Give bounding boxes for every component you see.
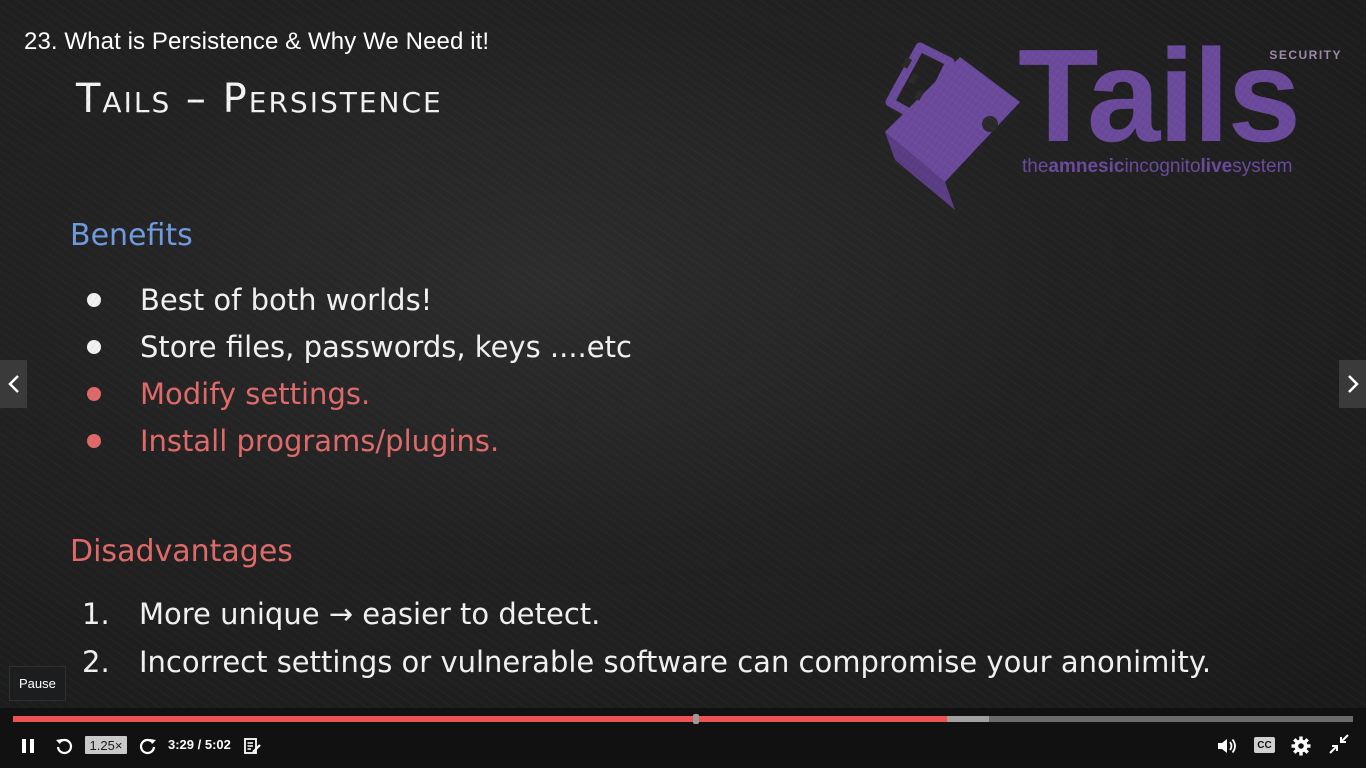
exit-fullscreen-button[interactable] — [1328, 734, 1350, 754]
list-item: Store files, passwords, keys ....etc — [86, 323, 632, 370]
list-item: Install programs/plugins. — [86, 417, 632, 464]
logo-word: Tails — [1018, 22, 1301, 169]
next-lecture-button[interactable] — [1339, 360, 1366, 408]
tails-logo: Tails theamnesicincognitolivesystem SECU… — [880, 22, 1350, 217]
list-item: Best of both worlds! — [86, 276, 632, 323]
rewind-icon — [56, 738, 73, 755]
player-controls: 1.25× 3:29 / 5:02 CC — [0, 708, 1366, 768]
chevron-left-icon — [7, 375, 19, 393]
logo-tagline: theamnesicincognitolivesystem — [1022, 156, 1293, 177]
volume-icon — [1218, 738, 1236, 754]
scrub-marker[interactable] — [693, 714, 699, 724]
bullet-dot — [87, 386, 101, 401]
list-item: Modify settings. — [86, 370, 632, 417]
chevron-right-icon — [1347, 375, 1359, 393]
disadvantages-label: Disadvantages — [70, 534, 293, 569]
previous-lecture-button[interactable] — [0, 360, 27, 408]
rewind-button[interactable] — [54, 736, 74, 756]
benefits-label: Benefits — [70, 218, 193, 253]
list-item: 2. Incorrect settings or vulnerable softw… — [82, 645, 1212, 679]
bullet-dot — [87, 292, 101, 307]
forward-button[interactable] — [138, 736, 158, 756]
time-display: 3:29 / 5:02 — [168, 737, 231, 752]
video-title: 23. What is Persistence & Why We Need it… — [24, 28, 490, 55]
pause-tooltip: Pause — [9, 666, 66, 701]
bullet-dot — [87, 433, 101, 448]
benefits-list: Best of both worlds! Store files, passwo… — [86, 276, 632, 464]
usb-stick-graphic — [885, 42, 1020, 210]
settings-icon — [1291, 736, 1311, 756]
bullet-dot — [87, 339, 101, 354]
add-note-button[interactable] — [242, 736, 262, 756]
slide-heading: Tails – Persistence — [76, 76, 443, 122]
pause-icon — [22, 739, 34, 753]
disadvantages-list: 1. More unique → easier to detect. 2. Inco… — [82, 590, 1211, 686]
played-bar — [13, 716, 947, 722]
list-item: 1. More unique → easier to detect. — [82, 597, 601, 631]
pause-button[interactable] — [18, 736, 38, 756]
video-frame[interactable]: 23. What is Persistence & Why We Need it… — [0, 0, 1366, 708]
captions-button[interactable]: CC — [1254, 737, 1275, 753]
playback-speed-button[interactable]: 1.25× — [85, 736, 127, 754]
settings-button[interactable] — [1290, 736, 1312, 756]
volume-button[interactable] — [1216, 736, 1238, 756]
progress-bar[interactable] — [13, 714, 1353, 724]
notes-icon — [244, 738, 261, 754]
logo-security-mark: SECURITY — [1269, 48, 1342, 62]
forward-icon — [139, 738, 156, 755]
exit-fullscreen-icon — [1329, 734, 1349, 754]
